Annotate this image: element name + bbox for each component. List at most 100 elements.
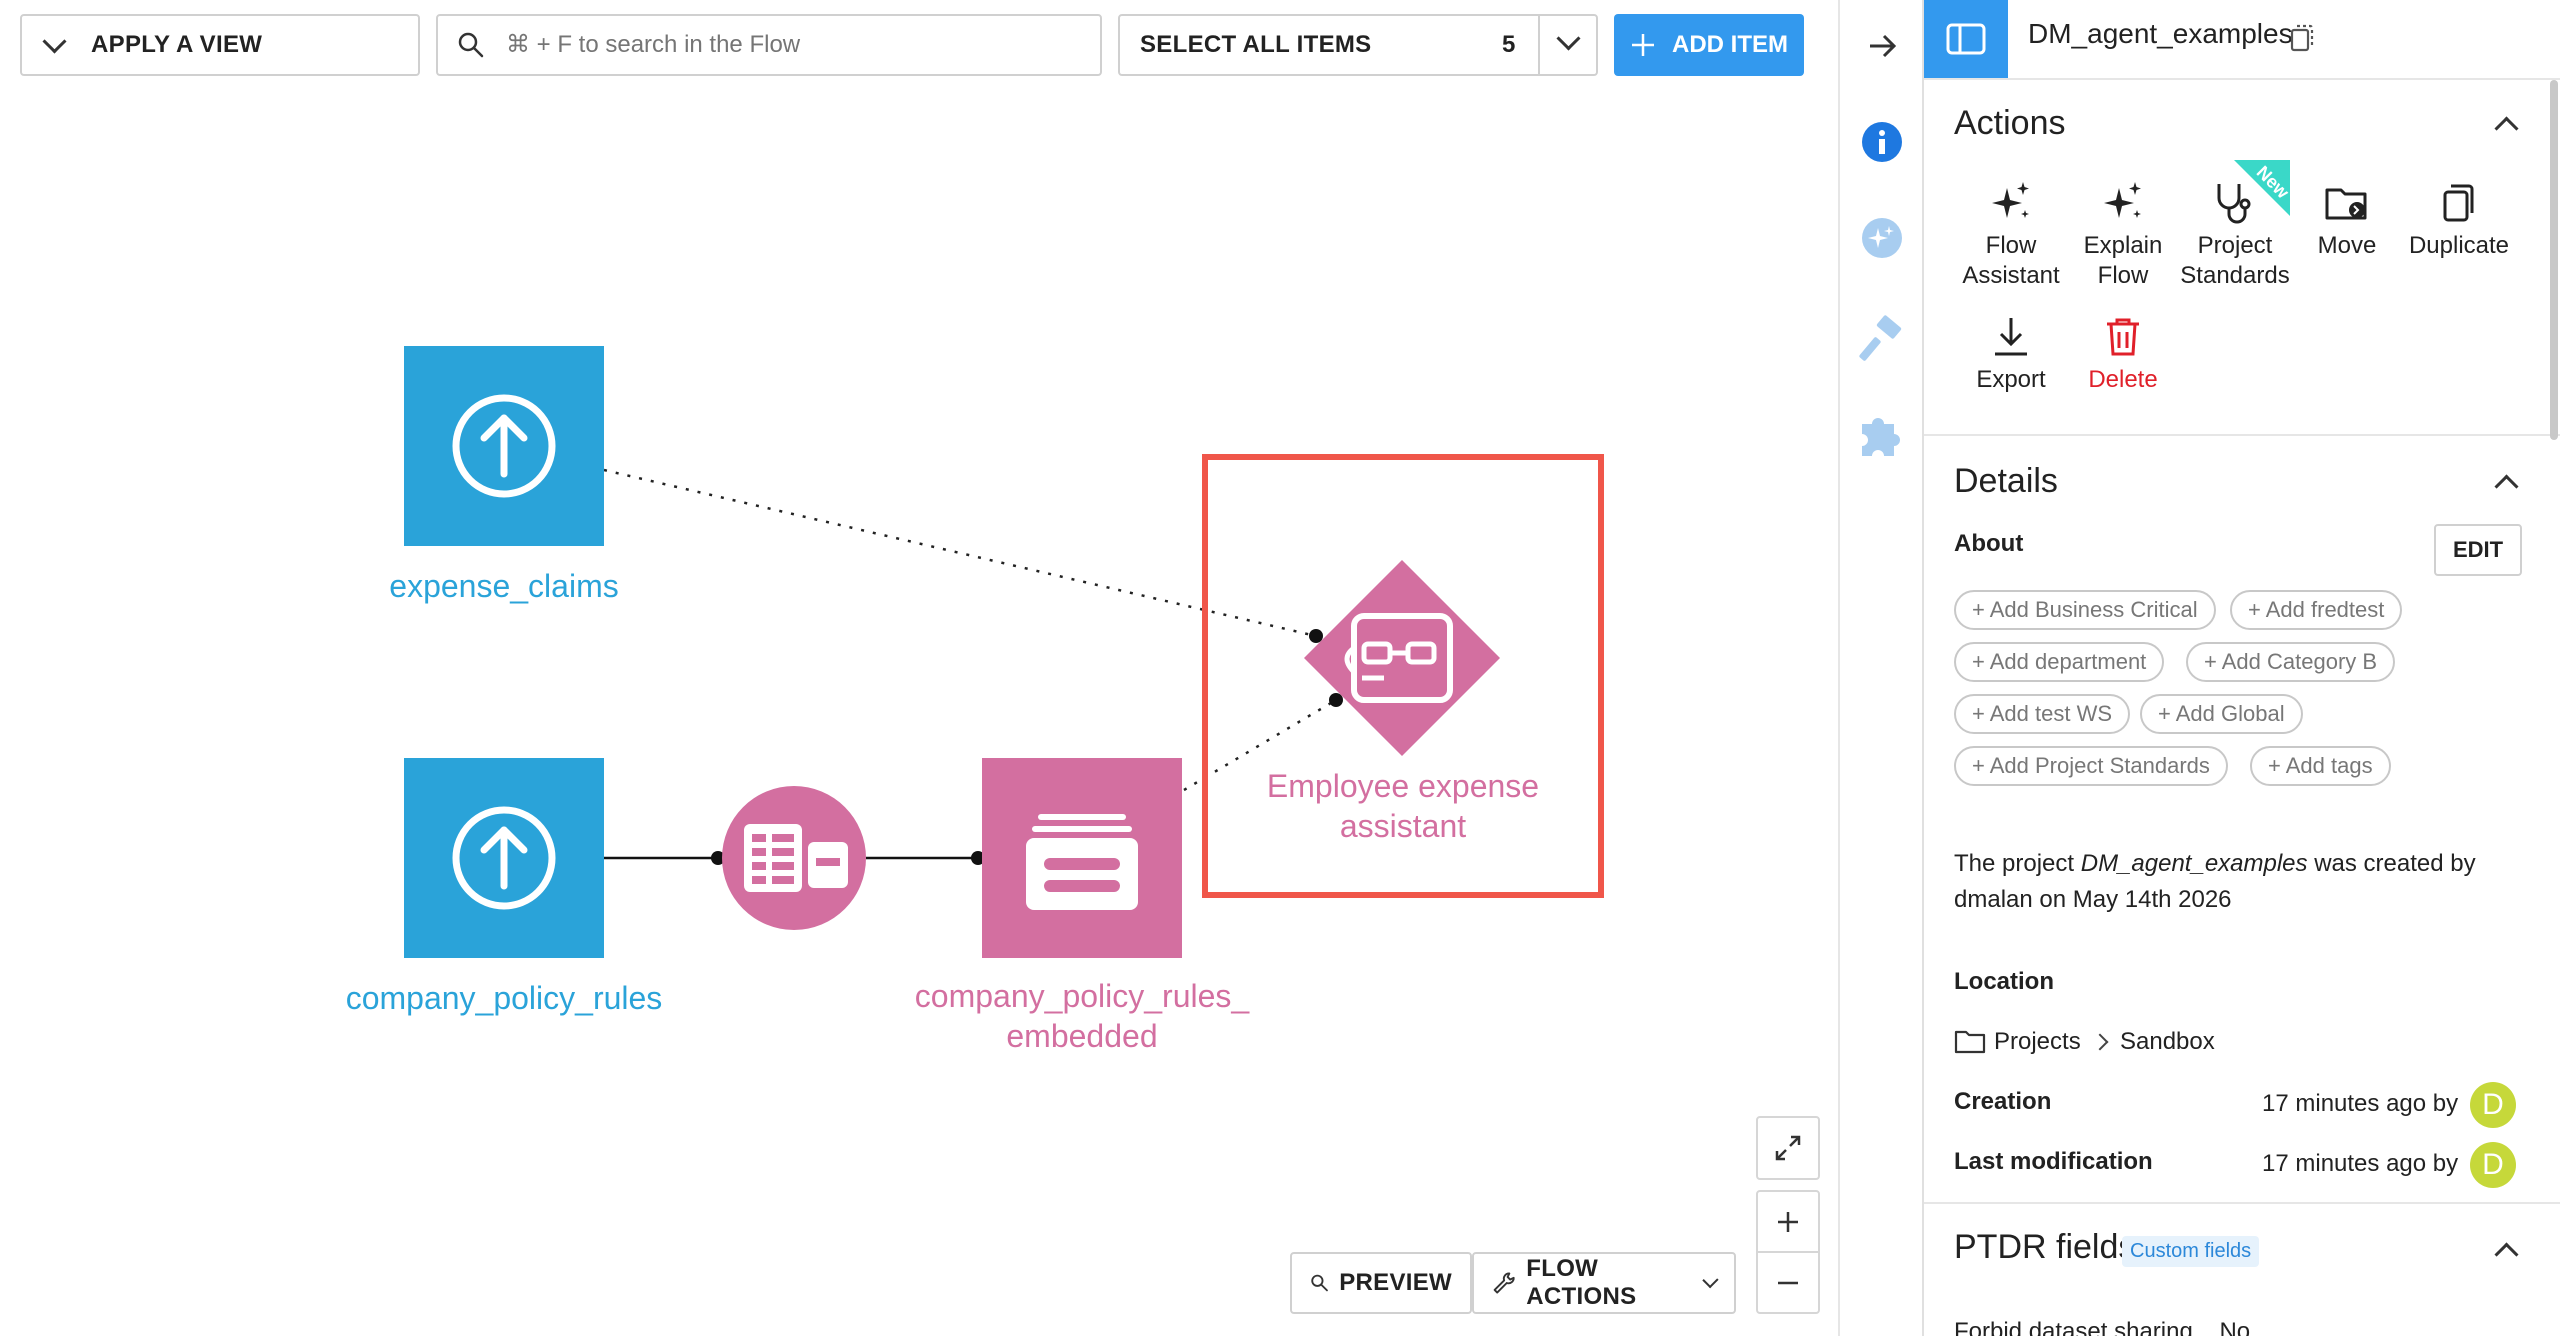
- avatar[interactable]: D: [2470, 1082, 2516, 1128]
- delete-action[interactable]: Delete: [2068, 314, 2178, 395]
- chevron-down-icon: [1702, 1271, 1719, 1289]
- dataset-label-expense-claims[interactable]: expense_claims: [324, 568, 684, 605]
- description-prefix: The project: [1954, 850, 2081, 877]
- trash-icon: [2107, 318, 2139, 356]
- dataset-node-company-policy-rules[interactable]: [404, 758, 604, 958]
- flow-actions-label: FLOW ACTIONS: [1526, 1255, 1637, 1310]
- duplicate-action[interactable]: Duplicate: [2404, 180, 2514, 261]
- agent-node-employee-expense-assistant[interactable]: [1304, 560, 1500, 756]
- details-title: Details: [1954, 462, 2058, 500]
- folder-icon: [1954, 1030, 1986, 1054]
- copy-icon[interactable]: [2288, 22, 2316, 54]
- export-action[interactable]: Export: [1956, 314, 2066, 395]
- zoom-controls: [1756, 1190, 1820, 1314]
- move-action[interactable]: Move: [2292, 180, 2402, 261]
- panel-scrollbar[interactable]: [2550, 80, 2558, 440]
- hammer-icon[interactable]: [1858, 314, 1906, 362]
- explain-flow-action[interactable]: Explain Flow: [2068, 180, 2178, 291]
- actions-title: Actions: [1954, 104, 2066, 142]
- creation-value: 17 minutes ago by: [2262, 1090, 2459, 1117]
- about-label: About: [1954, 530, 2024, 557]
- panel-toggle-button[interactable]: [1924, 0, 2008, 78]
- zoom-in-button[interactable]: [1758, 1192, 1818, 1253]
- project-description: The project DM_agent_examples was create…: [1954, 846, 2476, 918]
- collapse-ptdr-icon[interactable]: [2494, 1242, 2519, 1267]
- wrench-icon: [1493, 1272, 1515, 1294]
- dataset-label-company-policy-rules[interactable]: company_policy_rules: [304, 980, 704, 1017]
- arrow-right-icon[interactable]: [1862, 26, 1902, 66]
- sparkle-icon: [1992, 182, 2029, 218]
- search-icon: [1311, 1274, 1328, 1292]
- action-label: Assistant: [1962, 262, 2060, 289]
- divider: [1924, 434, 2560, 436]
- action-label: Project: [2197, 232, 2273, 259]
- action-label: Flow: [1985, 232, 2037, 259]
- edit-label: EDIT: [2452, 537, 2504, 562]
- recipe-node-embed[interactable]: [722, 786, 866, 930]
- location-sandbox-link[interactable]: Sandbox: [2120, 1028, 2215, 1056]
- collapse-actions-icon[interactable]: [2494, 116, 2519, 141]
- duplicate-icon: [2443, 184, 2474, 222]
- sparkle-icon: [2104, 182, 2141, 218]
- node-label-agent-line2: assistant: [1339, 808, 1467, 844]
- node-label-embedded-line1: company_policy_rules_: [914, 978, 1250, 1014]
- description-line1: The project DM_agent_examples was create…: [1954, 846, 2476, 882]
- add-tag-button[interactable]: + Add fredtest: [2230, 590, 2403, 630]
- forbid-dataset-sharing-row: Forbid dataset sharing No: [1954, 1318, 2251, 1336]
- preview-button[interactable]: PREVIEW: [1290, 1252, 1472, 1314]
- flow-assistant-action[interactable]: Flow Assistant: [1956, 180, 2066, 291]
- flow-actions-button[interactable]: FLOW ACTIONS: [1472, 1252, 1736, 1314]
- description-project: DM_agent_examples: [2080, 850, 2308, 877]
- zoom-out-button[interactable]: [1758, 1253, 1818, 1312]
- dataset-node-expense-claims[interactable]: [404, 346, 604, 546]
- node-label-agent-line1: Employee expense: [1266, 768, 1540, 804]
- upload-icon: [452, 394, 556, 498]
- collapse-details-icon[interactable]: [2494, 474, 2519, 499]
- action-label: Export: [1976, 366, 2046, 393]
- plus-icon: [1778, 1211, 1798, 1232]
- add-tag-button[interactable]: + Add test WS: [1954, 694, 2131, 734]
- fit-view-button[interactable]: [1756, 1116, 1820, 1180]
- add-tag-button[interactable]: + Add Global: [2140, 694, 2303, 734]
- last-modification-label: Last modification: [1954, 1148, 2153, 1175]
- action-label: Explain: [2083, 232, 2163, 259]
- action-label: Standards: [2180, 262, 2290, 289]
- add-tag-button[interactable]: + Add department: [1954, 642, 2165, 682]
- ptdr-fields-title: PTDR fields: [1954, 1228, 2136, 1266]
- avatar[interactable]: D: [2470, 1142, 2516, 1188]
- agent-diamond: [1304, 560, 1500, 756]
- location-projects-link[interactable]: Projects: [1994, 1028, 2081, 1056]
- sidebar-icon: [1946, 23, 1986, 55]
- action-label: Delete: [2088, 366, 2158, 393]
- action-label: Flow: [2097, 262, 2149, 289]
- action-label: Duplicate: [2408, 232, 2510, 259]
- action-label: Move: [2317, 232, 2377, 259]
- last-modification-value: 17 minutes ago by: [2262, 1150, 2459, 1177]
- knowledge-bank-node-embedded[interactable]: [982, 758, 1182, 958]
- puzzle-icon[interactable]: [1856, 406, 1908, 458]
- upload-icon: [452, 806, 556, 910]
- ai-sparkle-icon[interactable]: [1860, 216, 1904, 260]
- minus-icon: [1778, 1281, 1798, 1284]
- add-tag-button[interactable]: + Add Project Standards: [1954, 746, 2228, 786]
- expand-icon: [1775, 1135, 1801, 1161]
- panel-header: DM_agent_examples: [1924, 0, 2560, 80]
- add-tag-button[interactable]: + Add Business Critical: [1954, 590, 2216, 630]
- info-icon[interactable]: [1860, 120, 1904, 164]
- project-details-panel: DM_agent_examples Actions Flow Assistant…: [1922, 0, 2560, 1336]
- add-tag-button[interactable]: + Add Category B: [2186, 642, 2396, 682]
- chevron-right-icon: [2091, 1033, 2109, 1051]
- folder-move-icon: [2325, 188, 2367, 220]
- knowledge-bank-icon: [1026, 814, 1138, 910]
- node-label-embedded[interactable]: company_policy_rules_ embedded: [882, 976, 1282, 1056]
- add-tag-button[interactable]: + Add tags: [2250, 746, 2391, 786]
- right-icon-rail: [1838, 0, 1924, 1336]
- download-icon: [1995, 318, 2027, 356]
- preview-label: PREVIEW: [1339, 1269, 1452, 1296]
- node-label-embedded-line2: embedded: [1006, 1018, 1158, 1054]
- edit-button[interactable]: EDIT: [2434, 524, 2522, 576]
- node-label-agent[interactable]: Employee expense assistant: [1202, 766, 1604, 846]
- project-name: DM_agent_examples: [2028, 18, 2293, 49]
- creation-label: Creation: [1954, 1088, 2052, 1115]
- description-suffix: was created by: [2307, 850, 2476, 877]
